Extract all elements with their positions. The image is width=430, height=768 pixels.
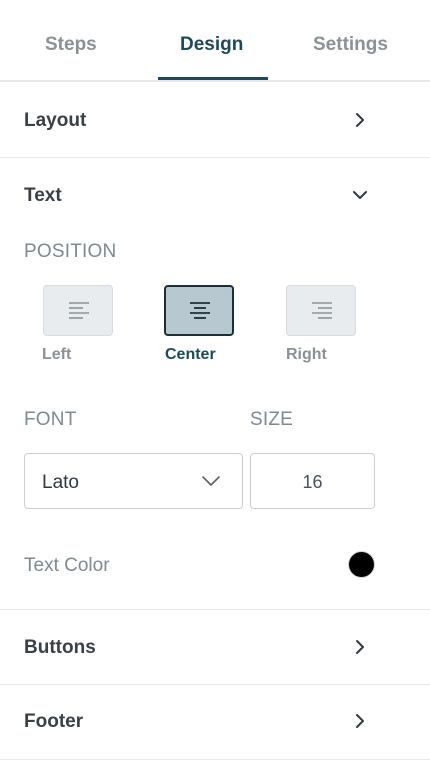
align-left-icon: [69, 302, 89, 319]
chevron-right-icon: [351, 111, 369, 129]
tab-settings[interactable]: Settings: [313, 34, 388, 56]
tab-design[interactable]: Design: [180, 34, 243, 56]
chevron-right-icon: [351, 712, 369, 730]
section-footer-title: Footer: [24, 711, 84, 732]
section-text: Text: [0, 158, 430, 610]
size-input[interactable]: 16: [250, 453, 375, 509]
section-text-title[interactable]: Text: [24, 185, 62, 207]
size-input-value: 16: [302, 472, 323, 492]
align-center-button[interactable]: [164, 285, 234, 336]
align-right-label: Right: [286, 346, 327, 363]
font-select[interactable]: Lato: [24, 453, 243, 509]
active-tab-indicator: [158, 77, 268, 80]
chevron-down-icon[interactable]: [351, 186, 369, 204]
position-label: POSITION: [24, 241, 117, 262]
align-left-button[interactable]: [43, 285, 113, 336]
align-right-button[interactable]: [286, 285, 356, 336]
text-color-swatch[interactable]: [348, 551, 375, 578]
section-layout[interactable]: Layout: [0, 82, 430, 158]
align-center-label: Center: [165, 346, 216, 363]
font-select-value: Lato: [42, 472, 79, 493]
section-footer[interactable]: Footer: [0, 685, 430, 760]
chevron-down-icon: [202, 476, 220, 486]
section-buttons-title: Buttons: [24, 637, 96, 658]
section-layout-title: Layout: [24, 110, 87, 131]
text-color-label: Text Color: [24, 555, 110, 576]
align-left-label: Left: [42, 346, 72, 363]
tab-bar: Steps Design Settings: [0, 0, 430, 82]
tab-steps[interactable]: Steps: [45, 34, 97, 56]
chevron-right-icon: [351, 638, 369, 656]
size-label: SIZE: [250, 409, 294, 430]
section-buttons[interactable]: Buttons: [0, 610, 430, 685]
font-label: FONT: [24, 409, 77, 430]
align-center-icon: [190, 302, 210, 319]
align-right-icon: [312, 302, 332, 319]
